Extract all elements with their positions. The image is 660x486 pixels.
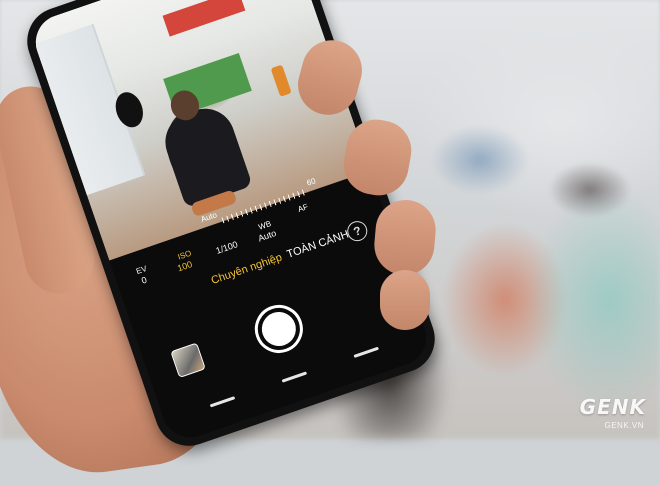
gallery-thumbnail-icon[interactable] (170, 342, 206, 379)
mode-pro[interactable]: Chuyên nghiệp (210, 251, 284, 286)
ev-label: EV (134, 264, 149, 276)
af-label[interactable]: AF (297, 202, 310, 214)
speed-value[interactable]: 1/100 (214, 239, 239, 256)
genk-watermark-logo: GENK (579, 395, 646, 419)
ev-value[interactable]: 0 (140, 275, 148, 286)
viewfinder-store-sign (162, 0, 246, 37)
nav-menu-icon[interactable] (209, 396, 236, 408)
mode-panorama[interactable]: TOÀN CẢNH (285, 229, 350, 261)
genk-watermark-url: GENK.VN (604, 421, 644, 430)
hand-finger-4 (380, 270, 430, 330)
viewfinder-bottle (270, 64, 292, 97)
viewfinder-person (157, 100, 253, 209)
shutter-tick-label: 60 (305, 176, 317, 188)
shutter-icon[interactable] (248, 298, 310, 360)
nav-home-icon[interactable] (281, 371, 308, 383)
nav-back-icon[interactable] (353, 346, 379, 358)
